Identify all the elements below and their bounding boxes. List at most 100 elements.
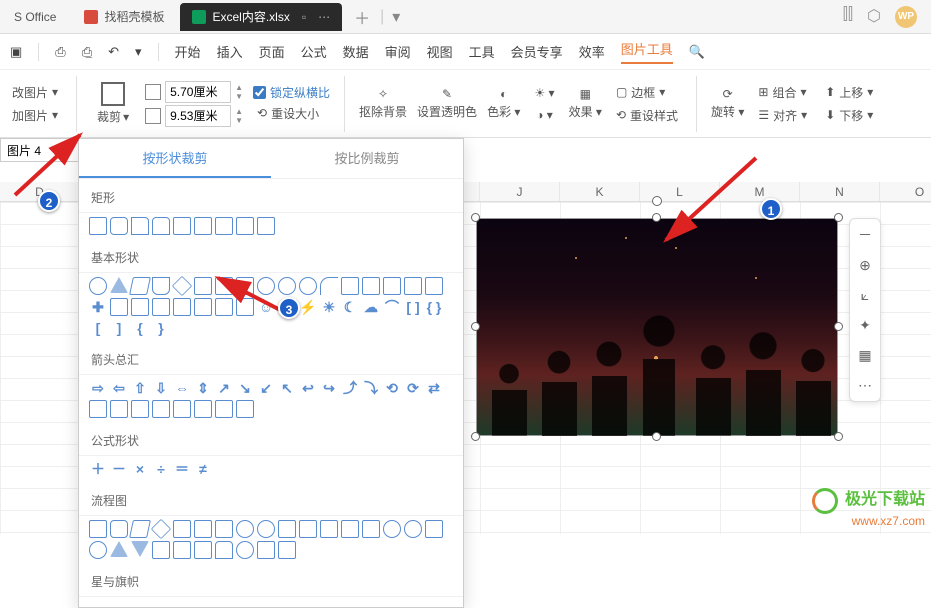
menu-tools[interactable]: 工具 [469,42,495,61]
shape-rect9[interactable] [257,217,275,235]
height-input[interactable] [165,81,231,103]
shape-snip1[interactable] [131,217,149,235]
shape-hexagon[interactable] [215,277,233,295]
crop-tool-icon[interactable]: ⟀ [855,285,875,305]
brightness-icon[interactable]: ☀ ▾ [530,84,558,102]
shape-equal[interactable]: ＝ [173,460,191,478]
transparent-color-button[interactable]: ✎设置透明色 [417,87,477,120]
shape-moon[interactable]: ☾ [341,298,359,316]
shape-flow[interactable] [194,520,212,538]
tab-office[interactable]: S Office [2,3,68,31]
shape-flow[interactable] [278,520,296,538]
shape-bracket2[interactable]: { } [425,298,443,316]
shape-trapezoid[interactable] [152,277,170,295]
shape-flow[interactable] [236,541,254,559]
shape-decagon[interactable] [278,277,296,295]
menu-review[interactable]: 审阅 [385,42,411,61]
align-button[interactable]: ☰对齐 ▾ [754,105,811,126]
menu-efficiency[interactable]: 效率 [579,42,605,61]
shape-teardrop[interactable] [362,277,380,295]
print-preview-icon[interactable]: ⎙̲ [82,44,92,60]
shape-can[interactable] [131,298,149,316]
menu-view[interactable]: 视图 [427,42,453,61]
more-icon[interactable]: ⋯ [855,375,875,395]
shape-rect5[interactable] [173,217,191,235]
resize-handle[interactable] [652,432,661,441]
device-icon[interactable]: ▫ [302,10,306,24]
stepper[interactable]: ▲▼ [235,83,243,101]
shape-flow[interactable] [425,520,443,538]
col-header[interactable]: J [480,182,560,201]
effect-button[interactable]: ▦效果 ▾ [569,87,602,120]
move-up-button[interactable]: ⬆上移 ▾ [821,82,877,103]
shape-flow[interactable] [110,541,128,557]
border-button[interactable]: ▢边框 ▾ [612,82,669,103]
shape-arrow-r[interactable]: ⇨ [89,379,107,397]
rotate-button[interactable]: ⟳旋转 ▾ [711,87,744,120]
menu-insert[interactable]: 插入 [217,42,243,61]
selected-image[interactable] [476,218,838,436]
resize-handle[interactable] [834,213,843,222]
menu-member[interactable]: 会员专享 [511,42,563,61]
shape-arrow[interactable]: ⇄ [425,379,443,397]
shape-flow[interactable] [404,520,422,538]
shape-no-symbol[interactable] [215,298,233,316]
shape-chord[interactable] [341,277,359,295]
redo-icon[interactable]: ▾ [135,44,142,60]
resize-handle[interactable] [471,322,480,331]
cube-icon[interactable]: ⬡ [867,6,881,28]
shape-arrow[interactable] [173,400,191,418]
shape-divide[interactable]: ÷ [152,460,170,478]
tab-templates[interactable]: 找稻壳模板 [72,3,176,31]
shape-flow[interactable] [151,519,171,539]
shape-flow[interactable] [278,541,296,559]
width-input[interactable] [165,105,231,127]
shape-flow[interactable] [362,520,380,538]
shape-arc[interactable]: ⌒ [383,298,401,316]
shape-bracket5[interactable]: { [131,319,149,337]
shape-half-frame[interactable] [404,277,422,295]
shape-flow[interactable] [320,520,338,538]
shape-flow[interactable] [152,541,170,559]
shape-arrow-l[interactable]: ⇦ [110,379,128,397]
shape-bracket1[interactable]: [ ] [404,298,422,316]
more-icon[interactable]: ⋯ [318,10,330,24]
remove-bg-button[interactable]: ✧抠除背景 [359,87,407,120]
name-box[interactable]: 图片 4 [0,138,80,162]
col-header[interactable]: K [560,182,640,201]
shape-flow[interactable] [89,541,107,559]
shape-arrow[interactable] [215,400,233,418]
shape-cloud[interactable]: ☁ [362,298,380,316]
resize-handle[interactable] [652,213,661,222]
shape-minus[interactable]: － [110,460,128,478]
shape-arrow[interactable] [236,400,254,418]
shape-flow[interactable] [215,541,233,559]
add-tab-button[interactable]: ＋ [344,5,380,29]
shape-arrow[interactable] [194,400,212,418]
shape-plus[interactable]: ✚ [89,298,107,316]
shape-arrow[interactable]: ↗ [215,379,233,397]
shape-arrow[interactable]: ↙ [257,379,275,397]
tab-excel-file[interactable]: Excel内容.xlsx ▫ ⋯ [180,3,342,31]
shape-rect6[interactable] [194,217,212,235]
dropdown-tabs-icon[interactable]: ▾ [384,7,408,27]
rotate-handle[interactable] [652,196,662,206]
shape-arrow[interactable]: ↖ [278,379,296,397]
reset-style-button[interactable]: ⟲重设样式 [612,105,682,126]
shape-diamond[interactable] [172,276,192,296]
shape-arrow-lr[interactable]: ⇔ [173,379,191,397]
shape-sun[interactable]: ☀ [320,298,338,316]
shape-flow[interactable] [110,520,128,538]
print-icon[interactable]: ⎙ [55,44,65,60]
book-icon[interactable]: ⫿⫿ [843,6,853,28]
shape-arrow[interactable]: ⤴ [341,379,359,397]
shape-donut[interactable] [194,298,212,316]
menu-data[interactable]: 数据 [343,42,369,61]
save-icon[interactable]: ▣ [10,44,22,60]
shape-lshape[interactable] [425,277,443,295]
tab-crop-by-ratio[interactable]: 按比例裁剪 [271,139,463,178]
shape-arrow[interactable]: ↘ [236,379,254,397]
shape-snip2[interactable] [152,217,170,235]
picture-icon[interactable]: ▦ [855,345,875,365]
shape-not-equal[interactable]: ≠ [194,460,212,478]
